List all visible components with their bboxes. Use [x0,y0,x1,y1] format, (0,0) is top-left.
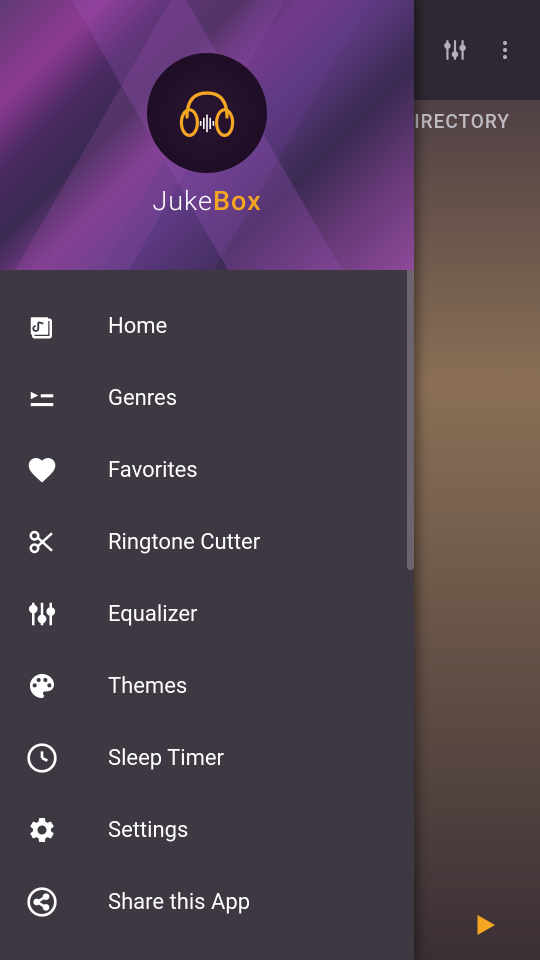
drawer-menu: Home Genres [0,270,414,960]
app-name-part2: Box [213,185,262,217]
palette-icon [24,668,60,704]
menu-item-ringtone-cutter[interactable]: Ringtone Cutter [0,506,414,578]
heart-icon [24,452,60,488]
menu-item-genres[interactable]: Genres [0,362,414,434]
menu-item-themes[interactable]: Themes [0,650,414,722]
menu-item-home[interactable]: Home [0,290,414,362]
drawer-header: JukeBox [0,0,414,270]
gear-icon [24,812,60,848]
menu-label: Equalizer [108,602,197,627]
menu-item-favorites[interactable]: Favorites [0,434,414,506]
menu-label: Genres [108,386,177,411]
tab-directory[interactable]: DIRECTORY [401,110,510,133]
menu-label: Home [108,314,167,339]
menu-label: Ringtone Cutter [108,530,260,555]
menu-label: Sleep Timer [108,746,224,771]
home-icon [24,308,60,344]
equalizer-icon [24,596,60,632]
scissors-icon [24,524,60,560]
app-name-part1: Juke [152,185,213,217]
menu-item-sleep-timer[interactable]: Sleep Timer [0,722,414,794]
clock-icon [24,740,60,776]
share-icon [24,884,60,920]
overflow-menu-button[interactable] [485,30,525,70]
navigation-drawer: JukeBox Home [0,0,414,960]
menu-item-equalizer[interactable]: Equalizer [0,578,414,650]
app-logo-icon [147,53,267,173]
menu-item-share[interactable]: Share this App [0,866,414,938]
menu-label: Favorites [108,458,198,483]
genres-icon [24,380,60,416]
app-logo-text: JukeBox [152,185,261,217]
menu-label: Themes [108,674,187,699]
play-button[interactable] [460,900,510,950]
equalizer-toolbar-button[interactable] [435,30,475,70]
menu-item-settings[interactable]: Settings [0,794,414,866]
menu-label: Settings [108,818,188,843]
menu-label: Share this App [108,890,250,915]
